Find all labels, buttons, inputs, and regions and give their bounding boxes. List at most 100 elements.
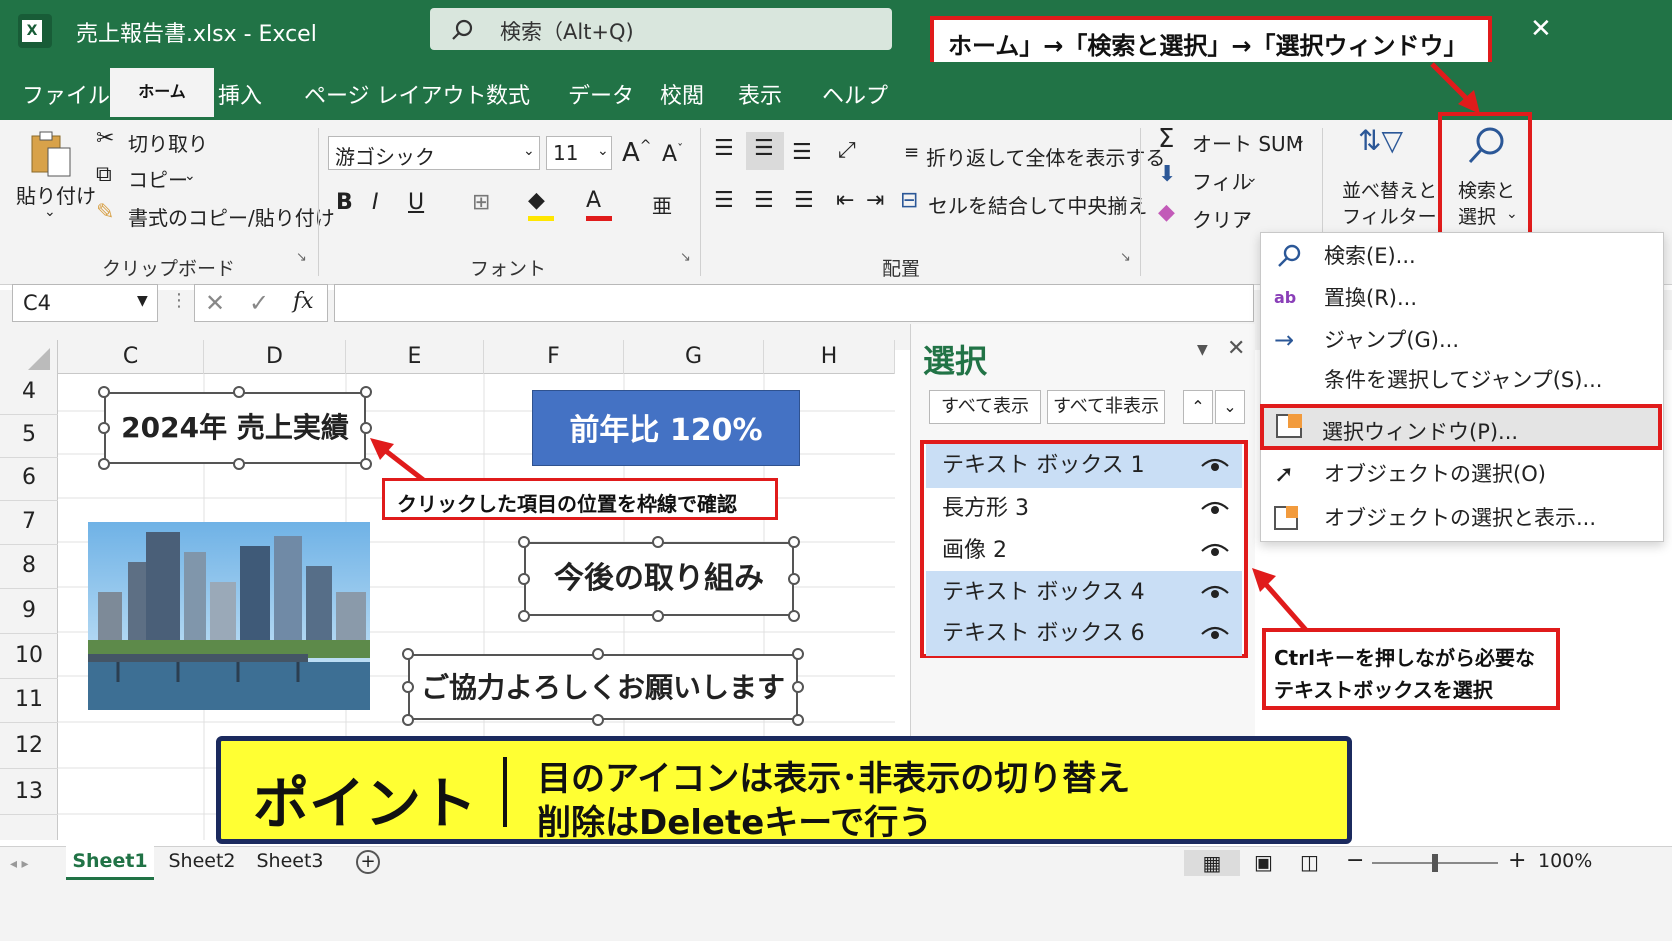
border-icon[interactable]: ⊞ xyxy=(472,190,490,215)
pane-item-image-2[interactable]: 画像 2 xyxy=(926,529,1242,573)
sort-filter-button[interactable]: ⇅▽ 並べ替えと フィルター xyxy=(1338,124,1437,228)
normal-view-icon[interactable]: ▦ xyxy=(1184,850,1240,876)
row-header-7[interactable]: 7 xyxy=(0,498,58,545)
textbox-6[interactable]: ご協力よろしくお願いします xyxy=(408,654,798,720)
close-icon[interactable]: ✕ xyxy=(1530,14,1552,44)
column-header-g[interactable]: G xyxy=(624,340,764,374)
align-bottom-icon[interactable]: ☰ xyxy=(792,140,812,165)
tab-formulas[interactable]: 数式 xyxy=(486,78,530,110)
cut-button[interactable]: ✂ 切り取り xyxy=(94,126,214,156)
column-header-f[interactable]: F xyxy=(484,340,624,374)
tab-data[interactable]: データ xyxy=(568,78,634,110)
sheet-nav-icons[interactable]: ◂ ▸ xyxy=(10,856,29,872)
enter-icon[interactable]: ✓ xyxy=(249,289,269,317)
column-header-d[interactable]: D xyxy=(204,340,346,374)
menu-item-find[interactable]: 検索(E)... xyxy=(1262,234,1582,278)
textbox-4[interactable]: 今後の取り組み xyxy=(524,542,794,616)
row-header-4[interactable]: 4 xyxy=(0,368,58,415)
align-right-icon[interactable]: ☰ xyxy=(794,188,814,213)
textbox-1[interactable]: 2024年 売上実績 xyxy=(104,392,366,464)
font-color-icon[interactable]: A xyxy=(586,188,612,221)
align-left-icon[interactable]: ☰ xyxy=(714,188,734,213)
zoom-slider[interactable] xyxy=(1372,854,1498,872)
eye-icon[interactable] xyxy=(1200,577,1230,607)
font-name-select[interactable]: 游ゴシック ⌄ xyxy=(328,136,540,170)
dialog-launcher-icon[interactable]: ↘ xyxy=(1120,250,1131,265)
align-middle-button[interactable]: ☰ xyxy=(746,132,784,170)
pane-item-textbox-6[interactable]: テキスト ボックス 6 xyxy=(926,612,1242,656)
sheet-tab-2[interactable]: Sheet2 xyxy=(162,850,242,872)
row-header-13[interactable]: 13 xyxy=(0,768,58,815)
eye-icon[interactable] xyxy=(1200,535,1230,565)
search-box[interactable]: 検索（Alt+Q) xyxy=(430,8,892,50)
menu-item-goto[interactable]: → ジャンプ(G)... xyxy=(1262,318,1582,362)
eye-icon[interactable] xyxy=(1200,618,1230,648)
formula-input[interactable] xyxy=(334,284,1254,322)
column-header-c[interactable]: C xyxy=(58,340,204,374)
row-header-9[interactable]: 9 xyxy=(0,587,58,634)
decrease-indent-icon[interactable]: ⇤ xyxy=(836,188,854,213)
dialog-launcher-icon[interactable]: ↘ xyxy=(680,250,691,265)
show-all-button[interactable]: すべて表示 xyxy=(929,390,1041,424)
tab-file[interactable]: ファイル xyxy=(22,78,110,110)
italic-icon[interactable]: I xyxy=(372,190,379,215)
tab-view[interactable]: 表示 xyxy=(738,78,782,110)
tab-review[interactable]: 校閲 xyxy=(660,78,704,110)
eye-icon[interactable] xyxy=(1200,450,1230,480)
cancel-icon[interactable]: ✕ xyxy=(205,289,225,317)
row-header-8[interactable]: 8 xyxy=(0,542,58,589)
find-select-button[interactable]: 検索と 選択 ⌄ xyxy=(1438,112,1532,236)
align-center-icon[interactable]: ☰ xyxy=(754,188,774,213)
add-sheet-icon[interactable]: + xyxy=(356,850,380,874)
font-size-select[interactable]: 11 ⌄ xyxy=(546,136,612,170)
format-painter-button[interactable]: ✎ 書式のコピー/貼り付け xyxy=(94,200,335,230)
menu-item-select-objects[interactable]: ➚ オブジェクトの選択(O) xyxy=(1262,452,1582,496)
zoom-out-icon[interactable]: − xyxy=(1346,848,1364,873)
send-backward-button[interactable]: ⌄ xyxy=(1215,390,1245,424)
row-header-11[interactable]: 11 xyxy=(0,676,58,723)
row-header-6[interactable]: 6 xyxy=(0,454,58,501)
tab-help[interactable]: ヘルプ xyxy=(822,78,888,110)
underline-icon[interactable]: U xyxy=(408,190,424,215)
paste-button[interactable]: 貼り付け ⌄ xyxy=(14,128,96,224)
tab-home[interactable]: ホーム xyxy=(110,68,214,120)
fill-button[interactable]: フィル xyxy=(1192,166,1252,195)
zoom-slider-thumb[interactable] xyxy=(1432,854,1438,872)
menu-item-goto-special[interactable]: 条件を選択してジャンプ(S)... xyxy=(1262,358,1602,402)
increase-font-icon[interactable]: A^ xyxy=(622,138,652,168)
orientation-icon[interactable]: ⤢ xyxy=(838,138,856,163)
copy-button[interactable]: ⧉ コピー ⌄ xyxy=(94,162,214,192)
phonetic-icon[interactable]: 亜 xyxy=(652,190,672,219)
pane-item-textbox-1[interactable]: テキスト ボックス 1 xyxy=(926,444,1242,488)
name-box[interactable]: C4 ▼ xyxy=(12,284,158,322)
close-icon[interactable]: ✕ xyxy=(1227,336,1245,361)
align-top-icon[interactable]: ☰ xyxy=(714,136,734,161)
pane-item-rectangle-3[interactable]: 長方形 3 xyxy=(926,487,1242,531)
menu-item-selection-pane[interactable]: 選択ウィンドウ(P)... xyxy=(1260,404,1662,450)
row-header-5[interactable]: 5 xyxy=(0,411,58,458)
wrap-text-button[interactable]: 折り返して全体を表示する xyxy=(926,142,1165,171)
sheet-tab-3[interactable]: Sheet3 xyxy=(250,850,330,872)
pane-item-textbox-4[interactable]: テキスト ボックス 4 xyxy=(926,571,1242,615)
row-header-10[interactable]: 10 xyxy=(0,632,58,679)
caret-down-icon[interactable]: ▼ xyxy=(1197,342,1208,358)
page-break-view-icon[interactable]: ◫ xyxy=(1300,850,1319,874)
eye-icon[interactable] xyxy=(1200,493,1230,523)
bold-icon[interactable]: B xyxy=(336,190,353,215)
sheet-tab-1[interactable]: Sheet1 xyxy=(66,846,154,880)
autosum-button[interactable]: オート SUM xyxy=(1192,128,1303,157)
dialog-launcher-icon[interactable]: ↘ xyxy=(296,250,307,265)
zoom-in-icon[interactable]: + xyxy=(1508,848,1526,873)
tab-insert[interactable]: 挿入 xyxy=(218,78,262,110)
insert-function-icon[interactable]: fx xyxy=(293,289,314,314)
decrease-font-icon[interactable]: Aˇ xyxy=(662,142,683,167)
column-header-e[interactable]: E xyxy=(346,340,484,374)
zoom-level[interactable]: 100% xyxy=(1538,850,1592,872)
image-2[interactable] xyxy=(88,522,370,710)
bring-forward-button[interactable]: ⌃ xyxy=(1183,390,1213,424)
row-header-12[interactable]: 12 xyxy=(0,722,58,769)
tab-page-layout[interactable]: ページ レイアウト xyxy=(304,78,487,110)
increase-indent-icon[interactable]: ⇥ xyxy=(866,188,884,213)
fill-color-icon[interactable]: ◆ xyxy=(528,188,554,221)
menu-item-replace[interactable]: ab 置換(R)... xyxy=(1262,276,1582,320)
